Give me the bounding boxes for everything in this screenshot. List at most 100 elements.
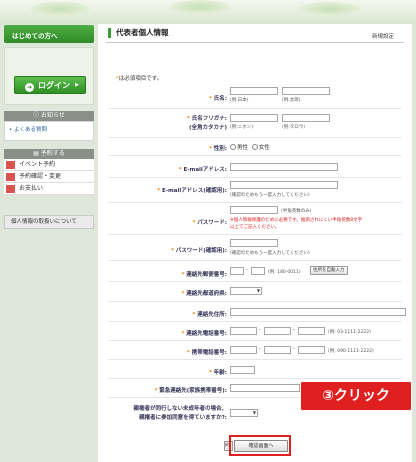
first-kana-input[interactable] xyxy=(282,114,330,122)
mobile-label: * 携帯電話番号: xyxy=(187,350,227,356)
login-label: ログイン xyxy=(38,81,70,90)
zip-label-text: 連絡先郵便番号: xyxy=(186,272,227,278)
password-input[interactable] xyxy=(230,206,278,214)
faq-link[interactable]: • よくある質問 xyxy=(9,125,47,133)
row-divider xyxy=(108,378,402,379)
row-divider xyxy=(108,202,402,203)
prefecture-label: * 連絡先都道府県: xyxy=(181,291,228,297)
row-divider xyxy=(108,340,402,341)
payment-icon xyxy=(6,185,15,193)
click-highlight-box xyxy=(229,435,291,456)
news-body: • よくある質問 xyxy=(4,121,94,141)
login-box: ➜ ログイン ▶ xyxy=(4,47,94,105)
email-label-text: E-mailアドレス: xyxy=(183,167,227,173)
dash: - xyxy=(259,346,261,352)
password-label-text: パスワード: xyxy=(197,220,227,226)
sidebar-item-reserve-check[interactable]: 予約確認・変更 xyxy=(4,171,94,183)
new-setting-label: 新規設定 xyxy=(371,34,394,40)
row-divider xyxy=(108,234,402,235)
male-radio[interactable] xyxy=(230,144,236,150)
dash: - xyxy=(246,267,248,273)
news-header: ⓘ お知らせ xyxy=(4,111,94,121)
tel-input-2[interactable] xyxy=(264,327,291,335)
sidebar-item-label: 予約確認・変更 xyxy=(19,173,62,180)
age-label: * 年齢: xyxy=(209,370,227,376)
gender-label-text: 性別: xyxy=(213,146,227,152)
male-label: 男性 xyxy=(237,145,249,151)
zip-input-2[interactable] xyxy=(251,267,265,275)
chevron-down-icon: ▼ xyxy=(252,410,256,415)
dash: - xyxy=(293,346,295,352)
login-icon: ➜ xyxy=(25,83,34,92)
mobile-input-3[interactable] xyxy=(298,346,325,354)
password-confirm-hint: (確認のためもう一度入力してください) xyxy=(230,251,310,256)
sidebar: はじめての方へ ➜ ログイン ▶ ⓘ お知らせ • よくある質問 ▤ 予約する イ… xyxy=(4,25,94,462)
tel-label-text: 連絡先電話番号: xyxy=(186,331,227,337)
row-divider xyxy=(108,108,402,109)
sidebar-item-event-reserve[interactable]: イベント予約 xyxy=(4,159,94,171)
tel-label: * 連絡先電話番号: xyxy=(181,331,228,337)
info-icon: ⓘ xyxy=(33,112,42,119)
emergency-label: * 緊急連絡先(家族携帯番号): xyxy=(154,388,227,394)
password-hint: (半角英数のみ) xyxy=(281,209,312,214)
password-warning-2: 以上でご記入ください。 xyxy=(230,225,280,230)
email-input[interactable] xyxy=(230,163,338,171)
row-divider xyxy=(108,301,402,302)
zip-hint: (例: 180-0011) xyxy=(268,270,301,275)
row-divider xyxy=(108,260,402,261)
minor-consent-select[interactable]: ▼ xyxy=(230,409,258,417)
sidebar-item-payment[interactable]: お支払い xyxy=(4,183,94,195)
password-warning: ※個人情報保護のために必要です。推測されにくい半角英数8文字 xyxy=(230,218,363,223)
zip-input-1[interactable] xyxy=(230,267,244,275)
row-divider xyxy=(108,137,402,138)
login-button[interactable]: ➜ ログイン ▶ xyxy=(14,76,86,94)
email-label: * E-mailアドレス: xyxy=(178,167,227,173)
gender-label: * 性別: xyxy=(209,146,227,152)
dash: - xyxy=(259,327,261,333)
calendar-icon xyxy=(6,161,15,169)
minor-consent-label: 親権者が同行しない未成年者の場合、 親権者に参加同意を得ていますか?: xyxy=(133,405,227,423)
reserve-header: ▤ 予約する xyxy=(4,149,94,159)
document-icon: ▤ xyxy=(33,150,41,157)
required-note: *は必須項目です。 xyxy=(116,76,163,82)
female-radio[interactable] xyxy=(251,144,258,150)
email-confirm-label: * E-mailアドレス(確認用): xyxy=(157,188,227,194)
first-name-input[interactable] xyxy=(282,87,330,95)
prefecture-select[interactable]: ▼ xyxy=(230,287,262,295)
password-confirm-input[interactable] xyxy=(230,239,278,247)
emergency-label-text: 緊急連絡先(家族携帯番号): xyxy=(159,388,227,394)
gender-options: 男性 女性 xyxy=(230,143,270,151)
tel-input-3[interactable] xyxy=(298,327,325,335)
tel-input-1[interactable] xyxy=(230,327,257,335)
sidebar-item-label: お支払い xyxy=(19,185,44,192)
address-label: * 連絡先住所: xyxy=(192,312,228,318)
first-time-button[interactable]: はじめての方へ xyxy=(4,25,94,43)
news-header-label: お知らせ xyxy=(41,112,65,119)
address-input[interactable] xyxy=(230,308,406,316)
password-confirm-label: * パスワード(確認用): xyxy=(170,248,227,254)
female-label: 女性 xyxy=(258,145,270,151)
last-kana-input[interactable] xyxy=(230,114,278,122)
kana-label-text: 氏名フリガナ: xyxy=(191,116,227,122)
dash: - xyxy=(293,327,295,333)
mobile-input-2[interactable] xyxy=(264,346,291,354)
row-divider xyxy=(108,155,402,156)
emergency-input[interactable] xyxy=(230,384,300,392)
mobile-input-1[interactable] xyxy=(230,346,257,354)
kana-label-sub: (全角カタカナ) xyxy=(188,125,227,131)
minor-consent-line2: 親権者に参加同意を得ていますか?: xyxy=(139,415,227,421)
last-name-input[interactable] xyxy=(230,87,278,95)
privacy-policy-button[interactable]: 個人情報の取扱いについて xyxy=(4,215,94,229)
chevron-down-icon: ▼ xyxy=(256,288,260,293)
leaf-decoration xyxy=(300,2,360,16)
arrow-right-icon: ▶ xyxy=(75,82,79,88)
password-label: * パスワード: xyxy=(192,220,228,226)
zip-autofill-button[interactable]: 住所を自動入力 xyxy=(310,266,348,275)
click-callout: ③クリック xyxy=(301,382,411,410)
email-confirm-input[interactable] xyxy=(230,181,338,189)
zip-label: * 連絡先郵便番号: xyxy=(181,272,228,278)
name-label: * 氏名: xyxy=(209,96,227,102)
tel-hint: (例: 03-1111-2222) xyxy=(328,330,371,335)
age-input[interactable] xyxy=(230,366,255,374)
minor-consent-line1: 親権者が同行しない未成年者の場合、 xyxy=(133,406,227,412)
